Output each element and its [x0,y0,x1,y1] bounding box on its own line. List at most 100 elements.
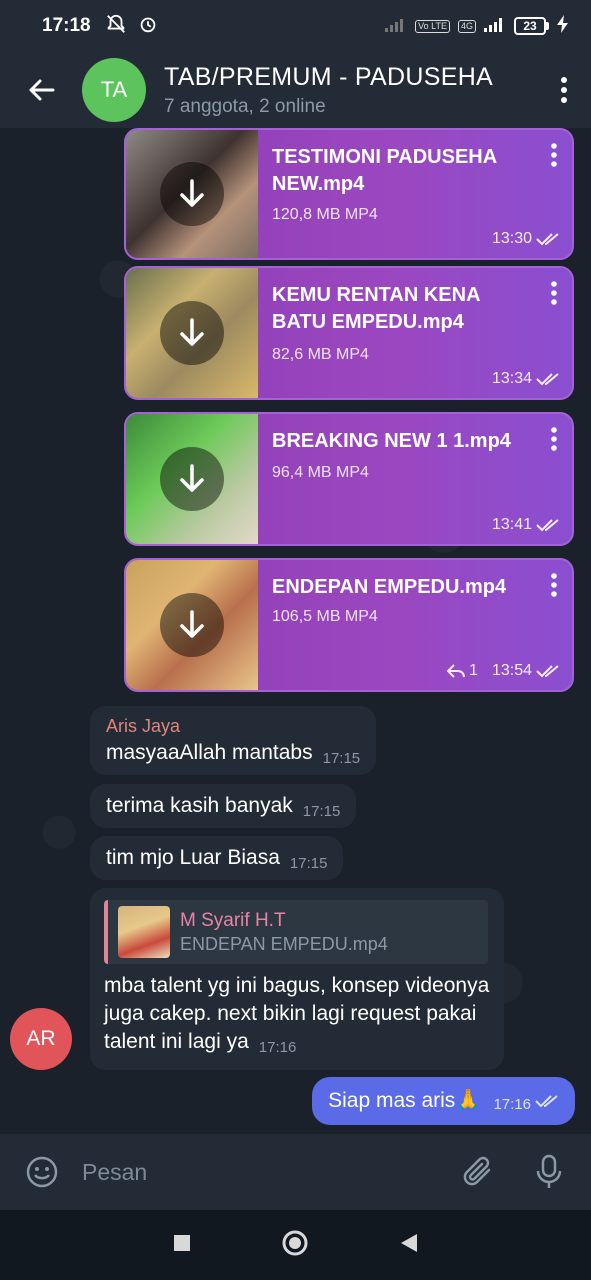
reply-quote[interactable]: M Syarif H.T ENDEPAN EMPEDU.mp4 [104,900,488,964]
square-icon [173,1234,190,1251]
recent-apps-button[interactable] [173,1234,191,1257]
triangle-back-icon [400,1233,417,1252]
system-nav-bar [0,1210,591,1280]
charging-icon [557,14,569,38]
emoji-icon [26,1156,58,1188]
download-button[interactable] [160,162,224,226]
message-time: 13:54 [491,662,532,679]
message-time: 17:16 [258,1039,297,1056]
message-time: 13:34 [491,370,532,387]
back-nav-button[interactable] [399,1232,419,1259]
message-input[interactable]: Pesan [82,1159,457,1186]
file-size: 96,4 MB MP4 [272,464,369,481]
file-message[interactable]: ENDEPAN EMPEDU.mp4 106,5 MB MP4 1 13:54 [124,558,574,692]
arrow-down-icon [180,179,204,207]
double-check-icon [535,1095,558,1108]
arrow-down-icon [180,318,204,346]
circle-icon [282,1230,307,1255]
incoming-message[interactable]: terima kasih banyak 17:15 [90,784,357,828]
message-text: tim mjo Luar Biasa [106,846,280,869]
message-text: terima kasih banyak [106,794,293,817]
file-size: 82,6 MB MP4 [272,346,369,363]
attach-button[interactable] [457,1150,501,1194]
voice-record-button[interactable] [527,1150,571,1194]
incoming-message[interactable]: M Syarif H.T ENDEPAN EMPEDU.mp4 mba tale… [90,888,504,1070]
download-button[interactable] [160,301,224,365]
file-size: 106,5 MB MP4 [272,608,378,625]
message-text: mba talent yg ini bagus, konsep videonya… [104,974,490,1053]
video-thumbnail [126,414,258,544]
file-menu-button[interactable] [550,280,558,311]
arrow-down-icon [180,464,204,492]
file-message[interactable]: TESTIMONI PADUSEHA NEW.mp4 120,8 MB MP4 … [124,128,574,260]
status-time: 17:18 [42,15,91,36]
outgoing-message[interactable]: Siap mas aris🙏 17:16 [312,1077,575,1125]
more-vertical-icon [551,573,557,597]
more-vertical-icon [551,427,557,451]
sender-name[interactable]: Aris Jaya [106,716,360,737]
double-check-icon [536,373,559,386]
battery-level: 23 [514,17,546,35]
message-text: Siap mas aris🙏 [328,1089,482,1112]
message-time: 17:16 [493,1095,531,1113]
reply-arrow-icon [447,664,466,678]
more-vertical-icon [551,281,557,305]
home-button[interactable] [281,1229,309,1262]
paperclip-icon [463,1156,491,1186]
file-name: TESTIMONI PADUSEHA NEW.mp4 [272,146,497,195]
battery-icon: 23 [514,17,549,35]
network-type-badge: 4G [457,19,476,33]
chat-messages[interactable]: TESTIMONI PADUSEHA NEW.mp4 120,8 MB MP4 … [0,128,591,1134]
more-vertical-icon [551,143,557,167]
file-name: BREAKING NEW 1 1.mp4 [272,430,511,452]
chat-header: TA TAB/PREMUM - PADUSEHA 7 anggota, 2 on… [0,52,591,128]
file-menu-button[interactable] [550,572,558,603]
file-size: 120,8 MB MP4 [272,206,378,223]
microphone-icon [536,1154,562,1188]
emoji-button[interactable] [20,1150,64,1194]
group-avatar[interactable]: TA [82,58,146,122]
file-menu-button[interactable] [550,142,558,173]
double-check-icon [536,665,559,678]
chat-subtitle: 7 anggota, 2 online [164,95,326,117]
message-time: 17:15 [289,855,328,872]
more-options-button[interactable] [537,52,591,128]
cell-signal-icon [484,16,506,37]
message-time: 13:41 [491,516,532,533]
more-vertical-icon [561,77,567,103]
file-message[interactable]: KEMU RENTAN KENA BATU EMPEDU.mp4 82,6 MB… [124,266,574,400]
message-text: masyaaAllah mantabs [106,741,313,764]
reply-file-name: ENDEPAN EMPEDU.mp4 [180,933,388,954]
message-time: 13:30 [491,230,532,247]
chat-title-block[interactable]: TAB/PREMUM - PADUSEHA 7 anggota, 2 onlin… [164,63,493,118]
video-thumbnail [126,560,258,690]
video-thumbnail [126,130,258,258]
message-input-bar: Pesan [0,1134,591,1210]
back-button[interactable] [0,52,82,128]
volte-badge: Vo LTE [415,19,450,33]
alarm-icon [137,13,159,40]
message-time: 17:15 [322,750,361,767]
file-message[interactable]: BREAKING NEW 1 1.mp4 96,4 MB MP4 13:41 [124,412,574,546]
reply-thumbnail [118,906,170,958]
video-thumbnail [126,268,258,398]
reply-sender-name: M Syarif H.T [180,909,286,931]
download-button[interactable] [160,593,224,657]
mute-notifications-icon [105,13,127,40]
download-button[interactable] [160,447,224,511]
reply-count[interactable]: 1 [469,662,478,680]
chat-title: TAB/PREMUM - PADUSEHA [164,62,494,91]
file-name: KEMU RENTAN KENA BATU EMPEDU.mp4 [272,284,480,333]
file-menu-button[interactable] [550,426,558,457]
status-bar: 17:18 Vo LTE 4G 23 [0,0,591,52]
arrow-left-icon [29,79,55,101]
sender-avatar[interactable]: AR [10,1008,72,1070]
arrow-down-icon [180,610,204,638]
double-check-icon [536,519,559,532]
wifi-signal-icon [385,16,407,37]
message-time: 17:15 [302,803,341,820]
double-check-icon [536,233,559,246]
incoming-message[interactable]: Aris Jaya masyaaAllah mantabs 17:15 [90,706,377,775]
file-name: ENDEPAN EMPEDU.mp4 [272,576,507,598]
incoming-message[interactable]: tim mjo Luar Biasa 17:15 [90,836,344,880]
